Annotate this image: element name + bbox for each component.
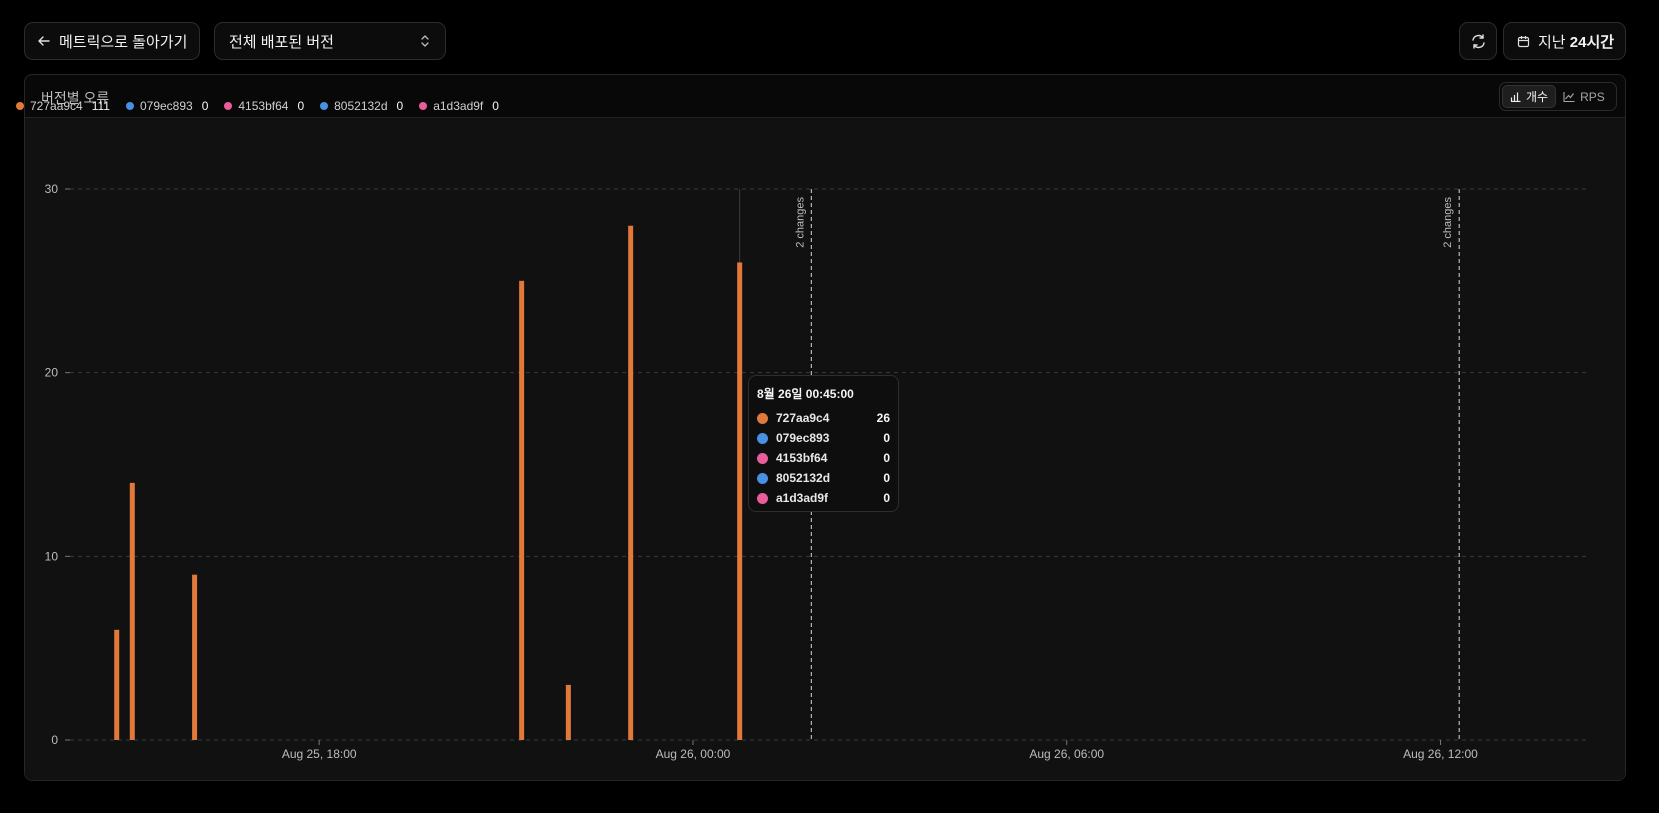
tooltip-row: 727aa9c4 26 xyxy=(757,408,890,428)
tooltip-dot xyxy=(757,412,768,424)
tooltip-series-name: 079ec893 xyxy=(776,431,830,445)
chart-tooltip: 8월 26일 00:45:00 727aa9c4 26 079ec893 0 4153b… xyxy=(748,375,899,512)
bar xyxy=(114,629,120,740)
tooltip-dot xyxy=(757,492,768,504)
bar xyxy=(129,482,135,740)
tooltip-series-value: 0 xyxy=(883,451,890,465)
bar xyxy=(628,225,634,740)
y-tick-label: 10 xyxy=(45,549,59,563)
tooltip-row: a1d3ad9f 0 xyxy=(757,488,890,508)
tooltip-dot xyxy=(757,432,768,444)
y-tick-label: 30 xyxy=(45,182,59,196)
tooltip-series-value: 0 xyxy=(883,431,890,445)
bar xyxy=(737,262,743,740)
y-tick-label: 20 xyxy=(45,366,59,380)
tooltip-dot xyxy=(757,472,768,484)
tooltip-series-name: 8052132d xyxy=(776,471,831,485)
x-tick-label: Aug 26, 00:00 xyxy=(656,747,731,761)
tooltip-series-name: 727aa9c4 xyxy=(776,411,830,425)
x-tick-label: Aug 25, 18:00 xyxy=(282,747,357,761)
x-tick-label: Aug 26, 06:00 xyxy=(1029,747,1104,761)
tooltip-series-value: 0 xyxy=(883,491,890,505)
deployment-marker-label: 2 changes xyxy=(1442,197,1454,248)
y-tick-label: 0 xyxy=(51,733,58,747)
tooltip-title: 8월 26일 00:45:00 xyxy=(757,387,854,401)
bar xyxy=(519,280,525,740)
tooltip-series-name: a1d3ad9f xyxy=(776,491,829,505)
bar xyxy=(192,574,198,740)
bar xyxy=(565,684,571,740)
tooltip-row: 8052132d 0 xyxy=(757,468,890,488)
x-tick-label: Aug 26, 12:00 xyxy=(1403,747,1478,761)
tooltip-series-value: 0 xyxy=(883,471,890,485)
tooltip-row: 079ec893 0 xyxy=(757,428,890,448)
tooltip-dot xyxy=(757,452,768,464)
tooltip-series-value: 26 xyxy=(876,411,890,425)
tooltip-series-name: 4153bf64 xyxy=(776,451,828,465)
deployment-marker-label: 2 changes xyxy=(794,197,806,248)
tooltip-row: 4153bf64 0 xyxy=(757,448,890,468)
